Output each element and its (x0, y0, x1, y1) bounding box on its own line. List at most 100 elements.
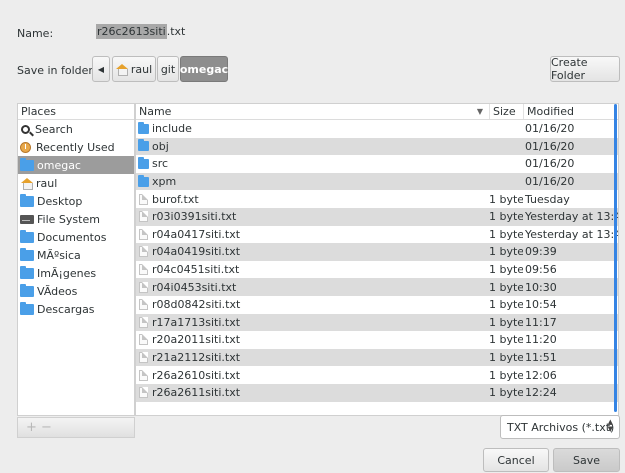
updown-arrows-icon: ▲ ▼ (607, 418, 613, 433)
filename-selected-text: r26c2613siti (96, 24, 167, 39)
text-file-icon (139, 193, 148, 205)
file-modified: Yesterday at 13:44 (525, 227, 618, 241)
file-row[interactable]: burof.txt 1 byte Tuesday (136, 190, 618, 208)
column-header-name[interactable]: Name ▼ (136, 104, 489, 119)
file-row[interactable]: r04c0451siti.txt 1 byte 09:56 (136, 261, 618, 279)
file-name-cell: include (136, 121, 489, 135)
save-button[interactable]: Save (553, 448, 620, 472)
file-name: r17a1713siti.txt (152, 315, 241, 329)
file-row[interactable]: r20a2011siti.txt 1 byte 11:20 (136, 331, 618, 349)
sidebar-item-8[interactable]: ImÃ¡genes (18, 264, 134, 282)
column-header-modified[interactable]: Modified (523, 104, 618, 119)
path-button-git[interactable]: git (157, 56, 179, 82)
sidebar-item-label: Search (35, 122, 73, 136)
file-row[interactable]: r17a1713siti.txt 1 byte 11:17 (136, 313, 618, 332)
file-row[interactable]: r26a2611siti.txt 1 byte 12:24 (136, 383, 618, 402)
file-name: r04c0451siti.txt (152, 263, 240, 277)
column-header-size[interactable]: Size (489, 104, 523, 119)
file-modified: 09:39 (525, 245, 557, 259)
sidebar-item-label: Documentos (37, 230, 107, 244)
file-name-cell: burof.txt (136, 193, 489, 206)
file-name: r04a0419siti.txt (152, 245, 241, 259)
file-row[interactable]: r26a2610siti.txt 1 byte 12:06 (136, 366, 618, 384)
path-button-omegac[interactable]: omegac (180, 56, 228, 82)
sidebar-item-9[interactable]: VÃ­deos (18, 282, 134, 300)
file-name-cell: r20a2011siti.txt (136, 333, 489, 346)
file-row[interactable]: obj 01/16/20 (136, 137, 618, 156)
create-folder-button[interactable]: Create Folder (550, 56, 620, 82)
scrollbar-thumb[interactable] (614, 104, 617, 412)
sidebar-item-4[interactable]: Desktop (18, 192, 134, 210)
file-name: r08d0842siti.txt (152, 298, 241, 312)
sidebar-item-6[interactable]: Documentos (18, 228, 134, 246)
sidebar-item-label: ImÃ¡genes (37, 266, 97, 280)
file-name: r26a2611siti.txt (152, 386, 241, 400)
cancel-button[interactable]: Cancel (483, 448, 549, 472)
file-row[interactable]: r04a0417siti.txt 1 byte Yesterday at 13:44 (136, 226, 618, 244)
file-name: r26a2610siti.txt (152, 368, 241, 382)
file-name: r20a2011siti.txt (152, 333, 241, 347)
file-name-cell: r26a2610siti.txt (136, 369, 489, 382)
path-label-omegac: omegac (179, 62, 229, 76)
file-size: 1 byte (489, 263, 523, 277)
path-button-raul[interactable]: raul (112, 56, 156, 82)
file-name-cell: src (136, 156, 489, 171)
file-row[interactable]: xpm 01/16/20 (136, 172, 618, 191)
column-header-name-label: Name (139, 105, 172, 118)
file-row[interactable]: r21a2112siti.txt 1 byte 11:51 (136, 348, 618, 367)
file-row[interactable]: r04a0419siti.txt 1 byte 09:39 (136, 243, 618, 261)
path-label-raul: raul (130, 62, 153, 76)
file-size: 1 byte (489, 351, 523, 365)
sidebar-item-7[interactable]: MÃºsica (18, 246, 134, 264)
places-header: Places (18, 104, 134, 120)
text-file-icon (139, 316, 148, 328)
file-name-cell: r04c0451siti.txt (136, 263, 489, 276)
home-icon (21, 177, 33, 190)
file-modified: 01/16/20 (525, 157, 575, 171)
file-row[interactable]: r08d0842siti.txt 1 byte 10:54 (136, 296, 618, 314)
filename-input[interactable]: r26c2613siti.txt (92, 22, 625, 44)
text-file-icon (139, 387, 148, 399)
drive-icon (20, 214, 34, 224)
file-list-scrollbar[interactable] (614, 104, 617, 416)
file-row[interactable]: r03i0391siti.txt 1 byte Yesterday at 13:40 (136, 207, 618, 226)
file-name-cell: r08d0842siti.txt (136, 298, 489, 311)
sidebar-item-label: File System (37, 212, 100, 226)
sidebar-item-1[interactable]: Recently Used (18, 138, 134, 156)
text-file-icon (139, 299, 148, 311)
text-file-icon (139, 352, 148, 364)
path-back-button[interactable]: ◀ (92, 56, 110, 82)
path-label-git: git (160, 62, 176, 76)
text-file-icon (139, 246, 148, 258)
folder-icon (138, 174, 149, 187)
file-size: 1 byte (489, 386, 523, 400)
file-row[interactable]: src 01/16/20 (136, 155, 618, 173)
file-name: xpm (152, 175, 177, 189)
file-modified: 12:24 (525, 386, 557, 400)
file-name: r21a2112siti.txt (152, 351, 241, 365)
save-in-folder-label: Save in folder: (17, 64, 97, 77)
file-modified: Tuesday (525, 192, 570, 206)
file-modified: 01/16/20 (525, 122, 575, 136)
places-add-remove[interactable]: + − (17, 417, 135, 438)
sidebar-item-label: omegac (37, 158, 81, 172)
file-size: 1 byte (489, 333, 523, 347)
sidebar-item-10[interactable]: Descargas (18, 300, 134, 318)
sidebar-item-label: VÃ­deos (37, 284, 78, 298)
file-size: 1 byte (489, 280, 523, 294)
sidebar-item-2[interactable]: omegac (18, 156, 134, 174)
file-name-cell: r03i0391siti.txt (136, 210, 489, 223)
file-row[interactable]: r04i0453siti.txt 1 byte 10:30 (136, 278, 618, 296)
sidebar-item-5[interactable]: File System (18, 210, 134, 228)
file-modified: 10:54 (525, 298, 557, 312)
file-name: src (152, 157, 169, 171)
recent-icon (20, 141, 31, 153)
file-name-cell: r04a0417siti.txt (136, 228, 489, 241)
file-row[interactable]: include 01/16/20 (136, 120, 618, 138)
file-type-filter-select[interactable]: TXT Archivos (*.txt) ▲ ▼ (500, 415, 620, 439)
file-name-cell: r04a0419siti.txt (136, 245, 489, 258)
sidebar-item-3[interactable]: raul (18, 174, 134, 192)
file-size: 1 byte (489, 368, 523, 382)
folder-icon (20, 247, 34, 261)
sidebar-item-0[interactable]: Search (18, 120, 134, 138)
